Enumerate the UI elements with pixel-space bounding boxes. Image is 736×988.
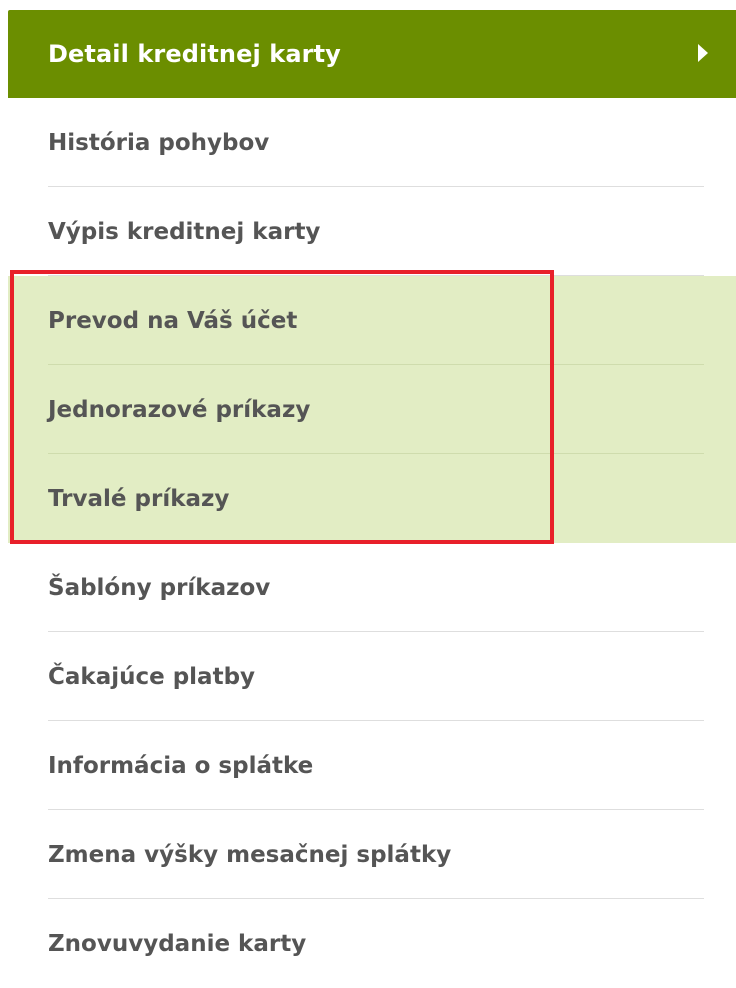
menu-item-transfer-to-account[interactable]: Prevod na Váš účet: [8, 276, 736, 365]
menu-item-order-templates[interactable]: Šablóny príkazov: [8, 543, 736, 632]
menu-item-label: Jednorazové príkazy: [48, 396, 311, 423]
menu-item-label: História pohybov: [48, 129, 270, 156]
menu-header-credit-card-detail[interactable]: Detail kreditnej karty: [8, 10, 736, 98]
menu-item-history[interactable]: História pohybov: [8, 98, 736, 187]
menu-item-label: Šablóny príkazov: [48, 574, 271, 601]
menu-item-pending-payments[interactable]: Čakajúce platby: [8, 632, 736, 721]
menu-item-statement[interactable]: Výpis kreditnej karty: [8, 187, 736, 276]
menu-items-list: História pohybov Výpis kreditnej karty P…: [8, 98, 736, 988]
menu-item-label: Prevod na Váš účet: [48, 307, 298, 334]
menu-item-card-reissue[interactable]: Znovuvydanie karty: [8, 899, 736, 988]
menu-item-label: Informácia o splátke: [48, 752, 314, 779]
menu-item-installment-info[interactable]: Informácia o splátke: [8, 721, 736, 810]
menu-item-change-monthly-installment[interactable]: Zmena výšky mesačnej splátky: [8, 810, 736, 899]
card-side-menu: Detail kreditnej karty História pohybov …: [8, 10, 736, 988]
menu-item-label: Čakajúce platby: [48, 663, 256, 690]
menu-item-label: Trvalé príkazy: [48, 485, 230, 512]
triangle-right-icon: [698, 44, 708, 62]
menu-item-label: Znovuvydanie karty: [48, 930, 307, 957]
menu-item-standing-orders[interactable]: Trvalé príkazy: [8, 454, 736, 543]
menu-item-label: Zmena výšky mesačnej splátky: [48, 841, 452, 868]
menu-item-label: Výpis kreditnej karty: [48, 218, 321, 245]
menu-item-one-time-orders[interactable]: Jednorazové príkazy: [8, 365, 736, 454]
menu-header-label: Detail kreditnej karty: [48, 40, 341, 68]
